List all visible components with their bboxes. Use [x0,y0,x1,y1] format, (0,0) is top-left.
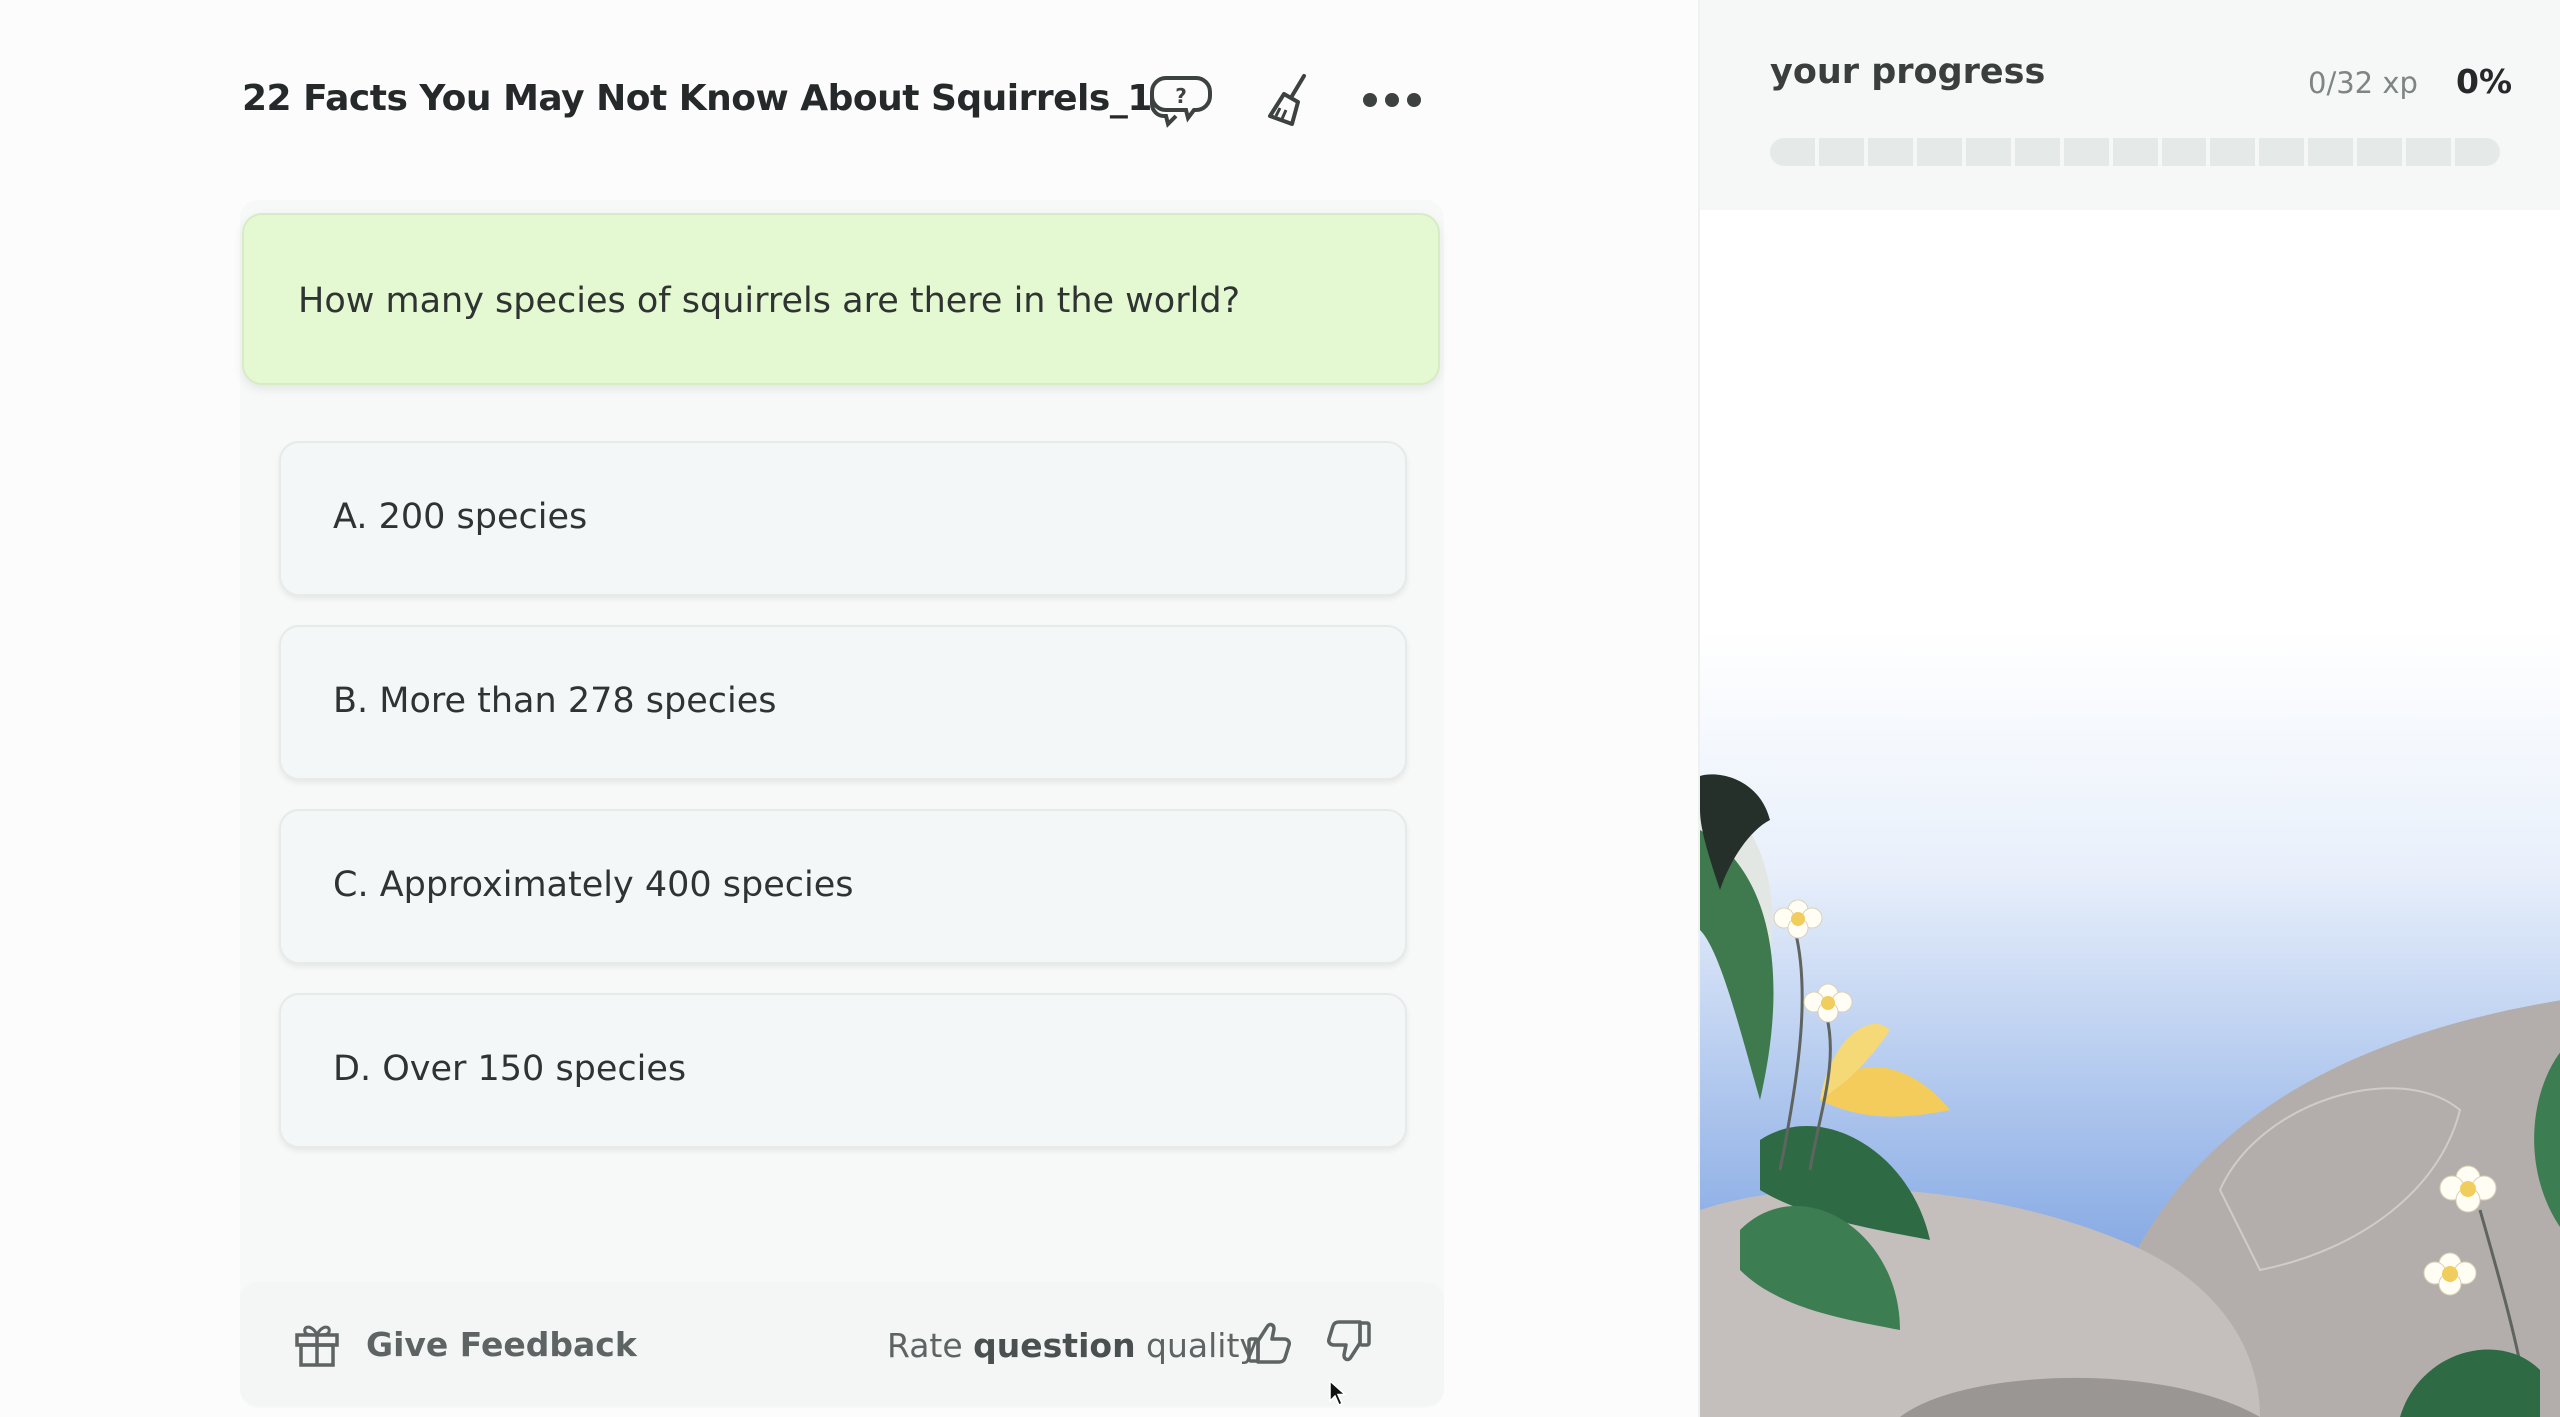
progress-segment [2161,138,2207,166]
question-text: How many species of squirrels are there … [298,281,1241,321]
option-label: B. More than 278 species [333,681,777,721]
progress-segment [1867,138,1913,166]
progress-segment [2063,138,2109,166]
progress-segment [2210,138,2256,166]
rate-prefix: Rate [887,1326,974,1365]
progress-bar [1770,138,2501,166]
progress-segment [2259,138,2305,166]
help-chat-icon: ? [1150,76,1212,128]
rate-bold: question [973,1326,1136,1365]
progress-segment [2357,138,2403,166]
progress-segment [2455,138,2501,166]
progress-percent: 0% [2456,62,2513,101]
thumbs-up-icon [1247,1322,1291,1364]
option-label: C. Approximately 400 species [333,865,854,905]
progress-segment [2308,138,2354,166]
progress-segment [2406,138,2452,166]
progress-title: your progress [1770,52,2046,92]
mouse-cursor-icon [1329,1379,1347,1407]
progress-header: your progress 0/32 xp 0% [1700,0,2560,210]
page-title: 22 Facts You May Not Know About Squirrel… [242,78,1152,119]
give-feedback-button[interactable]: Give Feedback [292,1316,637,1372]
progress-segment [2014,138,2060,166]
option-c[interactable]: C. Approximately 400 species [279,809,1407,964]
option-label: D. Over 150 species [333,1049,687,1089]
svg-text:?: ? [1175,84,1187,108]
option-a[interactable]: A. 200 species [279,441,1407,596]
xp-counter: 0/32 xp [2308,66,2418,100]
progress-segment [1916,138,1962,166]
rate-question-label: Rate question quality [887,1326,1259,1365]
option-b[interactable]: B. More than 278 species [279,625,1407,780]
broom-icon [1268,74,1306,126]
gift-icon [295,1325,339,1367]
clear-button[interactable] [1254,68,1326,132]
feedback-footer: Give Feedback Rate question quality [240,1282,1444,1406]
progress-segment [1770,138,1815,166]
thumbs-down-button[interactable] [1318,1312,1378,1372]
question-card: How many species of squirrels are there … [242,213,1440,385]
quiz-main-panel: 22 Facts You May Not Know About Squirrel… [0,0,1698,1417]
progress-segment [2112,138,2158,166]
help-chat-button[interactable]: ? [1144,68,1216,132]
more-dots-icon [1363,93,1421,107]
option-label: A. 200 species [333,497,588,537]
more-options-button[interactable] [1356,68,1428,132]
thumbs-up-button[interactable] [1240,1312,1300,1372]
progress-segment [1965,138,2011,166]
thumbs-down-icon [1327,1320,1371,1362]
progress-segment [1818,138,1864,166]
option-d[interactable]: D. Over 150 species [279,993,1407,1148]
give-feedback-label: Give Feedback [366,1324,637,1364]
nature-illustration [1700,630,2560,1417]
progress-sidebar: your progress 0/32 xp 0% [1698,0,2560,1417]
